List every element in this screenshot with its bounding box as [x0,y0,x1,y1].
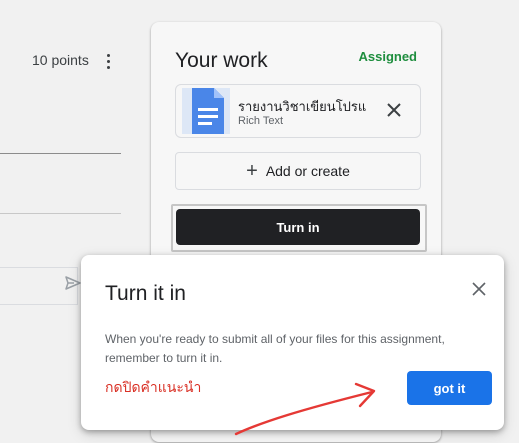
divider [0,153,121,154]
attachment-item[interactable]: รายงานวิชาเขียนโปรแกรม Rich Text [175,84,421,138]
divider [0,213,121,214]
send-icon[interactable] [64,274,82,292]
points-label: 10 points [32,52,89,68]
dialog-title: Turn it in [105,282,186,305]
add-or-create-label: Add or create [265,163,350,179]
close-icon[interactable] [472,282,486,296]
remove-attachment-icon[interactable] [384,100,404,120]
plus-icon: + [246,160,258,182]
more-options-icon[interactable] [103,52,113,70]
dialog-body: When you're ready to submit all of your … [105,332,445,365]
annotation-text: กดปิดคำแนะนำ [105,379,202,395]
google-docs-icon [192,88,224,134]
attachment-name: รายงานวิชาเขียนโปรแกรม [238,99,366,114]
your-work-title: Your work [175,49,268,72]
status-badge: Assigned [358,49,417,64]
turn-in-button[interactable]: Turn in [176,209,420,245]
turn-in-dialog: Turn it in When you're ready to submit a… [81,255,504,430]
classroom-page: 10 points Your work Assigned รายงานวิชาเ… [0,0,519,443]
add-or-create-button[interactable]: + Add or create [175,152,421,190]
document-thumbnail [182,88,230,134]
got-it-button[interactable]: got it [407,371,492,405]
attachment-type: Rich Text [238,115,284,127]
